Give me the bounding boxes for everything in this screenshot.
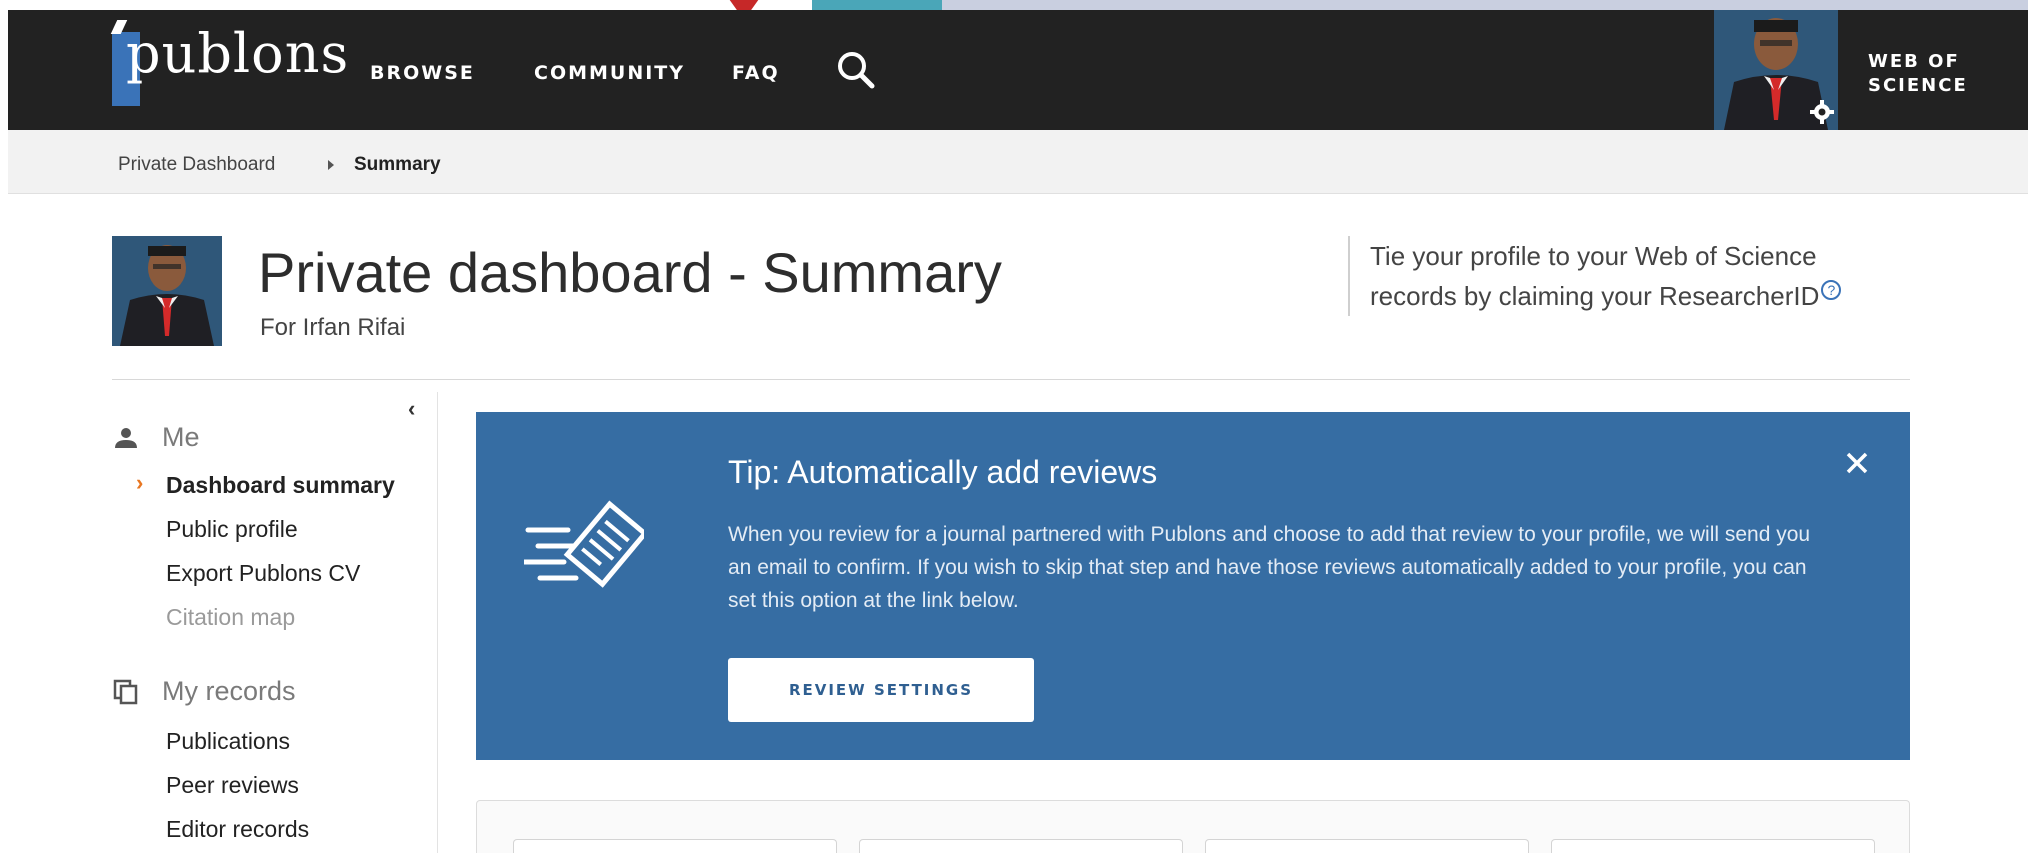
summary-card — [859, 839, 1183, 853]
nav-browse[interactable]: BROWSE — [370, 62, 475, 84]
profile-avatar — [112, 236, 222, 346]
chevron-right-icon: › — [136, 470, 144, 495]
close-icon[interactable] — [1842, 448, 1872, 478]
sidebar-section-records: My records — [112, 676, 296, 707]
search-icon[interactable] — [834, 48, 878, 92]
help-icon[interactable]: ? — [1821, 280, 1842, 301]
top-navbar: publons BROWSE COMMUNITY FAQ WEB OF SCIE… — [8, 10, 2028, 130]
copy-icon — [113, 679, 138, 704]
page-subtitle: For Irfan Rifai — [260, 314, 406, 341]
nav-community[interactable]: COMMUNITY — [534, 62, 685, 84]
top-strip-teal — [812, 0, 942, 10]
breadcrumb-separator-icon — [328, 160, 334, 170]
sidebar-section-me: Me — [112, 422, 200, 453]
avatar-photo — [112, 236, 222, 346]
claim-researcherid-text[interactable]: Tie your profile to your Web of Science … — [1370, 241, 1819, 311]
sidebar: ‹ Me › Dashboard summary Public profile … — [112, 392, 438, 853]
sidebar-item-citation-map[interactable]: Citation map — [166, 604, 295, 631]
sidebar-section-me-label: Me — [162, 422, 200, 452]
review-settings-button[interactable]: REVIEW SETTINGS — [728, 658, 1034, 722]
breadcrumb-private-dashboard[interactable]: Private Dashboard — [118, 154, 275, 176]
summary-card — [1205, 839, 1529, 853]
sidebar-item-export-cv[interactable]: Export Publons CV — [166, 560, 360, 587]
sidebar-item-dashboard-summary[interactable]: Dashboard summary — [166, 472, 395, 499]
page-title: Private dashboard - Summary — [258, 241, 1002, 304]
sidebar-item-public-profile[interactable]: Public profile — [166, 516, 298, 543]
top-strip-accent — [812, 0, 2028, 10]
breadcrumb-current: Summary — [354, 154, 441, 175]
summary-cards-container — [476, 800, 1910, 853]
chevron-left-icon[interactable]: ‹ — [408, 396, 415, 422]
nav-faq[interactable]: FAQ — [732, 62, 780, 84]
sidebar-item-peer-reviews[interactable]: Peer reviews — [166, 772, 299, 799]
gear-icon[interactable] — [1808, 98, 1836, 126]
tip-body: When you review for a journal partnered … — [728, 523, 1811, 612]
publons-logo[interactable]: publons — [126, 22, 349, 85]
person-icon — [115, 427, 137, 448]
tip-title: Tip: Automatically add reviews — [728, 454, 1158, 490]
breadcrumb: Private Dashboard Summary — [8, 130, 2028, 194]
sidebar-item-publications[interactable]: Publications — [166, 728, 290, 755]
review-document-icon — [524, 500, 644, 588]
claim-researcherid-note: Tie your profile to your Web of Science … — [1348, 236, 1908, 316]
tip-banner: Tip: Automatically add reviews When you … — [476, 412, 1910, 760]
summary-card — [1551, 839, 1875, 853]
header-divider — [112, 379, 1910, 380]
sidebar-section-records-label: My records — [162, 676, 296, 706]
web-of-science-link[interactable]: WEB OF SCIENCE — [1868, 50, 1988, 98]
summary-card — [513, 839, 837, 853]
sidebar-item-editor-records[interactable]: Editor records — [166, 816, 309, 843]
